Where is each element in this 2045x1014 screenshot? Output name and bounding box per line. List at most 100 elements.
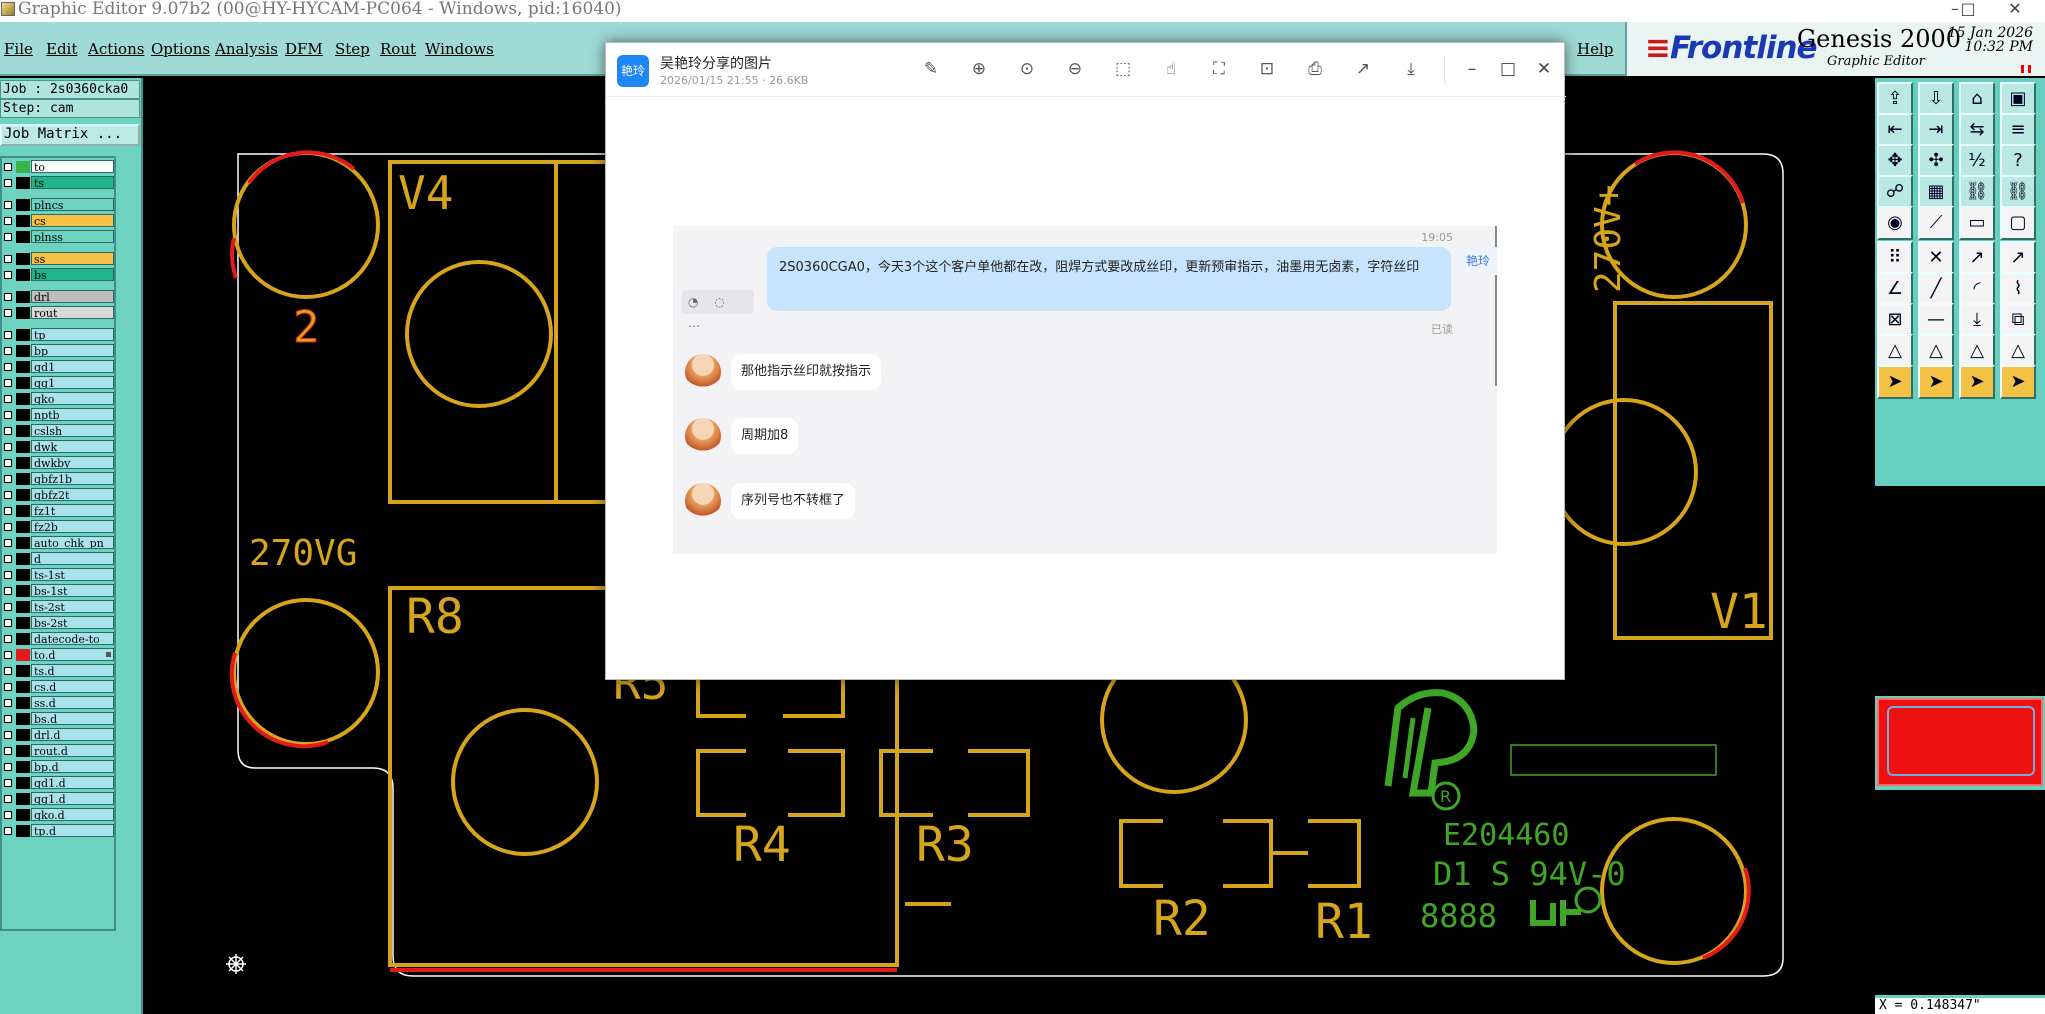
fit-icon[interactable]: ✥: [1877, 144, 1913, 178]
layer-checkbox[interactable]: [4, 699, 12, 707]
layer-row[interactable]: nptb: [2, 408, 114, 422]
layer-checkbox[interactable]: [4, 747, 12, 755]
pad-icon[interactable]: ◉: [1877, 206, 1913, 240]
layer-row[interactable]: datecode-to: [2, 632, 114, 646]
layer-checkbox[interactable]: [4, 539, 12, 547]
angle-icon[interactable]: ∠: [1877, 272, 1913, 306]
layer-color-swatch[interactable]: [16, 177, 30, 189]
layer-name[interactable]: cslsh: [31, 424, 114, 437]
crop-icon[interactable]: ⛶: [1207, 57, 1231, 81]
layer-row[interactable]: cs: [2, 214, 114, 228]
split-icon[interactable]: ⇆: [1959, 113, 1995, 147]
close-button[interactable]: ✕: [1995, 0, 2035, 20]
layer-row[interactable]: ts.d: [2, 664, 114, 678]
step-icon[interactable]: ≡: [2000, 113, 2036, 147]
layer-row[interactable]: ts-1st: [2, 568, 114, 582]
cursor-icon[interactable]: ➤: [1877, 365, 1913, 399]
layer-checkbox[interactable]: [4, 459, 12, 467]
layer-color-swatch[interactable]: [16, 361, 30, 373]
layer-row[interactable]: plncs: [2, 198, 114, 212]
layer-checkbox[interactable]: [4, 379, 12, 387]
layer-row[interactable]: to.d: [2, 648, 114, 662]
layer-checkbox[interactable]: [4, 827, 12, 835]
layer-color-swatch[interactable]: [16, 409, 30, 421]
layer-color-swatch[interactable]: [16, 329, 30, 341]
layer-color-swatch[interactable]: [16, 649, 30, 661]
layer-color-swatch[interactable]: [16, 761, 30, 773]
layer-row[interactable]: to: [2, 160, 114, 174]
layer-name[interactable]: auto_chk_pn: [31, 536, 114, 549]
layer-color-swatch[interactable]: [16, 585, 30, 597]
layer-color-swatch[interactable]: [16, 393, 30, 405]
layer-color-swatch[interactable]: [16, 441, 30, 453]
enhance-icon[interactable]: ✎: [919, 57, 943, 81]
layer-row[interactable]: plnss: [2, 230, 114, 244]
frame-icon[interactable]: ▢: [2000, 206, 2036, 240]
layer-row[interactable]: gd1.d: [2, 776, 114, 790]
layer-row[interactable]: gko: [2, 392, 114, 406]
layer-color-swatch[interactable]: [16, 569, 30, 581]
layer-checkbox[interactable]: [4, 411, 12, 419]
layer-checkbox[interactable]: [4, 217, 12, 225]
layer-checkbox[interactable]: [4, 363, 12, 371]
cursor2-icon[interactable]: ➤: [1918, 365, 1954, 399]
line-icon[interactable]: ⟋: [1918, 206, 1954, 240]
layer-row[interactable]: tp.d: [2, 824, 114, 838]
layer-name[interactable]: rout.d: [31, 744, 114, 757]
layer-name[interactable]: ts.d: [31, 664, 114, 677]
layer-name[interactable]: gko.d: [31, 808, 114, 821]
layer-name[interactable]: bs.d: [31, 712, 114, 725]
layer-color-swatch[interactable]: [16, 199, 30, 211]
layer-name[interactable]: gg1.d: [31, 792, 114, 805]
layer-name[interactable]: ts: [31, 176, 114, 189]
layer-checkbox[interactable]: [4, 255, 12, 263]
diagonal-icon[interactable]: ╱: [1918, 272, 1954, 306]
layer-row[interactable]: fz1t: [2, 504, 114, 518]
next-icon[interactable]: ⇥: [1918, 113, 1954, 147]
layer-name[interactable]: dwkby: [31, 456, 114, 469]
layer-color-swatch[interactable]: [16, 553, 30, 565]
snap-icon[interactable]: ☍: [1877, 175, 1913, 209]
layer-name[interactable]: fz1t: [31, 504, 114, 517]
layer-checkbox[interactable]: [4, 635, 12, 643]
rotate-icon[interactable]: ⬚: [1111, 57, 1135, 81]
layer-color-swatch[interactable]: [16, 697, 30, 709]
layer-row[interactable]: auto_chk_pn: [2, 536, 114, 550]
layer-checkbox[interactable]: [4, 507, 12, 515]
layer-color-swatch[interactable]: [16, 617, 30, 629]
help-icon[interactable]: ?: [2000, 144, 2036, 178]
print-icon[interactable]: ⎙: [1303, 57, 1327, 81]
layer-color-swatch[interactable]: [16, 713, 30, 725]
layer-row[interactable]: bs: [2, 268, 114, 282]
window-icon[interactable]: ▣: [2000, 82, 2036, 116]
layer-name[interactable]: gko: [31, 392, 114, 405]
point-icon[interactable]: ↗: [1959, 241, 1995, 275]
layer-color-swatch[interactable]: [16, 291, 30, 303]
layer-row[interactable]: bp: [2, 344, 114, 358]
layer-color-swatch[interactable]: [16, 425, 30, 437]
layer-checkbox[interactable]: [4, 427, 12, 435]
layer-color-swatch[interactable]: [16, 231, 30, 243]
layer-checkbox[interactable]: [4, 201, 12, 209]
layer-color-swatch[interactable]: [16, 489, 30, 501]
net-icon[interactable]: ⛓: [1959, 175, 1995, 209]
layer-color-swatch[interactable]: [16, 729, 30, 741]
layer-checkbox[interactable]: [4, 233, 12, 241]
layer-row[interactable]: gko.d: [2, 808, 114, 822]
layer-checkbox[interactable]: [4, 347, 12, 355]
layer-color-swatch[interactable]: [16, 825, 30, 837]
tri-icon[interactable]: △: [1877, 334, 1913, 368]
layer-checkbox[interactable]: [4, 309, 12, 317]
prev-icon[interactable]: ⇤: [1877, 113, 1913, 147]
layer-checkbox[interactable]: [4, 811, 12, 819]
layer-name[interactable]: gbfz2t: [31, 488, 114, 501]
layer-name[interactable]: cs.d: [31, 680, 114, 693]
layer-row[interactable]: tp: [2, 328, 114, 342]
layer-color-swatch[interactable]: [16, 745, 30, 757]
layer-color-swatch[interactable]: [16, 633, 30, 645]
layer-name[interactable]: to.d: [31, 648, 114, 661]
image-viewer-window[interactable]: 艳玲 吴艳玲分享的图片 2026/01/15 21:55 · 26.6KB ✎ …: [605, 42, 1566, 680]
hand-icon[interactable]: ☝: [1159, 57, 1183, 81]
layer-checkbox[interactable]: [4, 795, 12, 803]
layer-color-swatch[interactable]: [16, 345, 30, 357]
